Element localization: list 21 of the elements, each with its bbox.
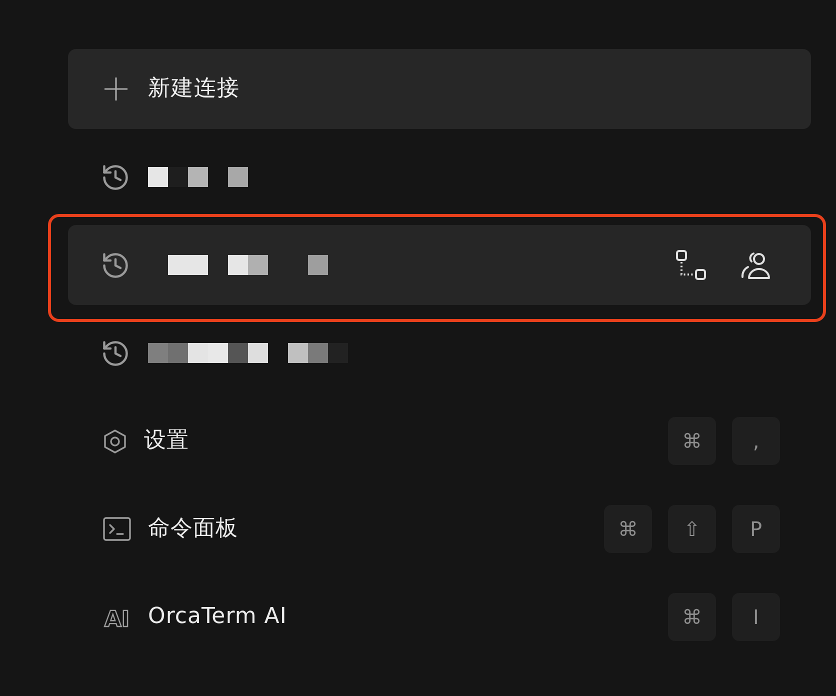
ai-icon: AI	[103, 605, 131, 629]
terminal-icon	[103, 517, 131, 541]
shortcut-key: ⌘	[604, 505, 652, 553]
menu-item-label[interactable]: 命令面板	[148, 516, 238, 542]
settings-icon	[103, 428, 127, 454]
new-connection-button[interactable]: 新建连接	[68, 49, 811, 129]
shortcut-key: ⌘	[668, 593, 716, 641]
shortcut-key: ,	[732, 417, 780, 465]
history-icon	[103, 164, 128, 190]
shortcut-key: ⌘	[668, 417, 716, 465]
history-icon	[103, 340, 128, 366]
history-item[interactable]	[68, 225, 811, 305]
plus-icon	[104, 77, 128, 101]
menu-item-label[interactable]: 设置	[144, 428, 189, 454]
users-icon[interactable]	[741, 250, 772, 280]
connected-squares-icon[interactable]	[676, 250, 706, 280]
history-icon	[103, 252, 128, 278]
shortcut-key: I	[732, 593, 780, 641]
menu-item-label[interactable]: OrcaTerm AI	[148, 604, 287, 630]
shortcut-key: ⇧	[668, 505, 716, 553]
shortcut-key: P	[732, 505, 780, 553]
